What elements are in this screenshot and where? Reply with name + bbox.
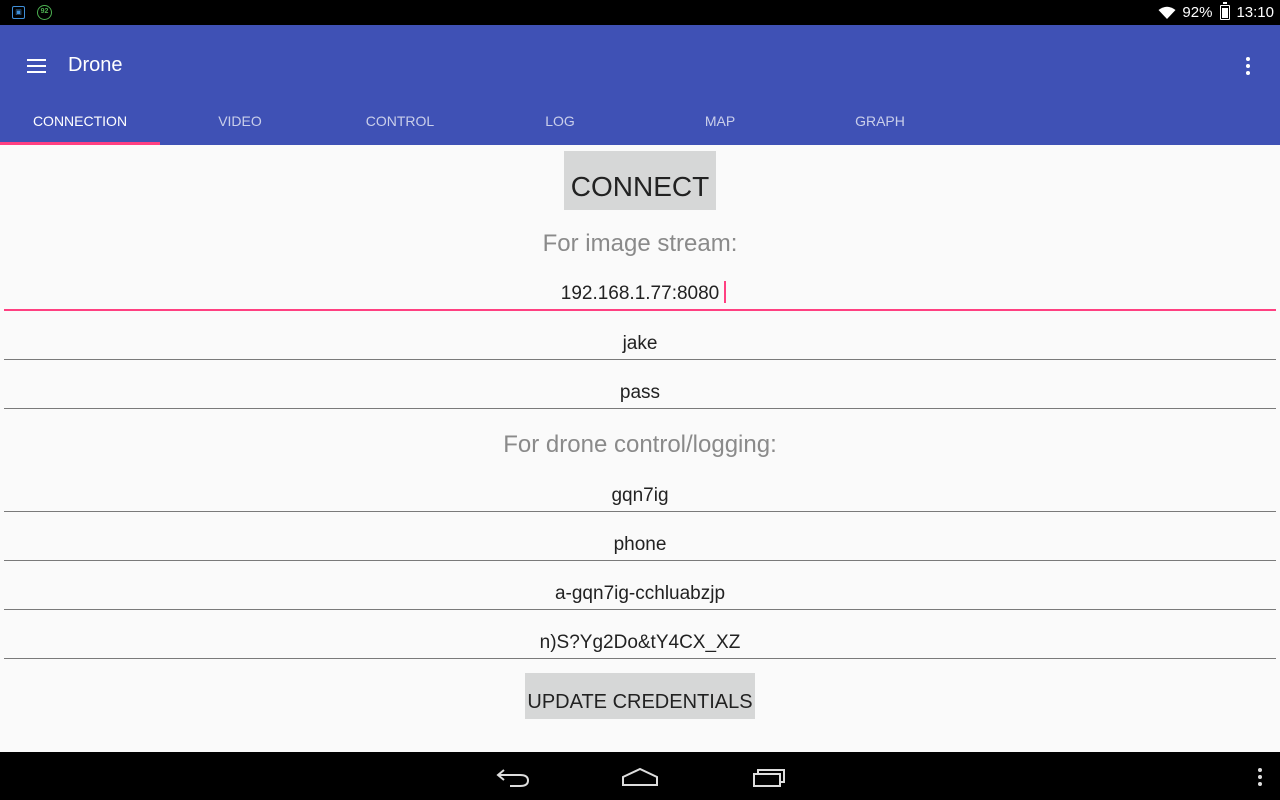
auth-token-field[interactable] [4,613,1276,659]
stream-address-input[interactable] [4,265,1276,309]
notification-badge-icon: 92 [37,5,52,20]
battery-percent: 92% [1182,4,1213,21]
tab-log[interactable]: LOG [480,97,640,145]
connect-button[interactable]: CONNECT [564,151,716,210]
org-id-field[interactable] [4,466,1276,512]
app-title: Drone [68,54,123,76]
app-bar: Drone CONNECTION VIDEO CONTROL LOG MAP G… [0,25,1280,145]
stream-username-input[interactable] [4,314,1276,359]
status-bar: ▣ 92 92% 13:10 [0,0,1280,25]
tab-connection[interactable]: CONNECTION [0,97,160,145]
stream-password-field[interactable] [4,363,1276,409]
api-key-field[interactable] [4,564,1276,610]
wifi-icon [1158,6,1176,19]
tab-map[interactable]: MAP [640,97,800,145]
sim-card-icon: ▣ [12,6,25,19]
tab-video[interactable]: VIDEO [160,97,320,145]
navigation-bar [0,752,1280,800]
more-vert-icon[interactable] [1234,48,1262,84]
clock: 13:10 [1236,4,1274,21]
drone-control-heading: For drone control/logging: [503,431,777,458]
hamburger-menu-icon[interactable] [18,48,54,84]
stream-username-field[interactable] [4,314,1276,360]
auth-token-input[interactable] [4,613,1276,658]
org-id-input[interactable] [4,466,1276,511]
more-vert-icon[interactable] [1258,768,1262,786]
tab-bar: CONNECTION VIDEO CONTROL LOG MAP GRAPH [0,97,960,145]
system-indicators: 92% 13:10 [1158,0,1274,25]
tab-control[interactable]: CONTROL [320,97,480,145]
device-type-field[interactable] [4,515,1276,561]
battery-icon [1220,2,1231,20]
recents-icon[interactable] [752,766,788,788]
text-cursor [724,281,726,303]
update-credentials-button[interactable]: UPDATE CREDENTIALS [525,673,755,719]
api-key-input[interactable] [4,564,1276,609]
back-icon[interactable] [496,766,530,788]
home-icon[interactable] [621,766,659,788]
notification-icons: ▣ 92 [12,5,52,20]
connection-panel: CONNECT For image stream: For drone cont… [0,145,1280,752]
app-screen: ▣ 92 92% 13:10 Drone CONNECTION VIDEO CO… [0,0,1280,800]
tab-graph[interactable]: GRAPH [800,97,960,145]
stream-password-input[interactable] [4,363,1276,408]
stream-address-field[interactable] [4,265,1276,311]
image-stream-heading: For image stream: [542,230,738,257]
device-type-input[interactable] [4,515,1276,560]
